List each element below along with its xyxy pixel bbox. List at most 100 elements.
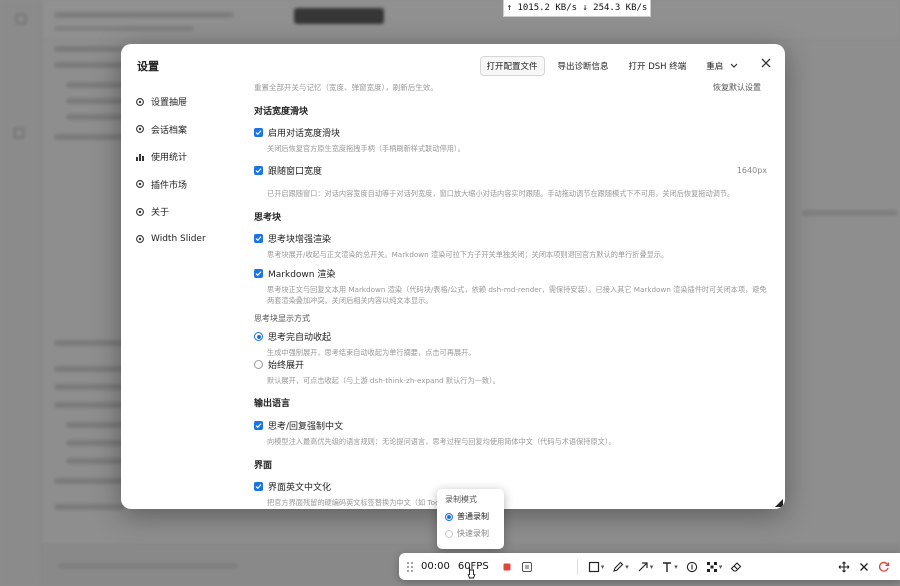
numbered-circle-icon bbox=[686, 561, 697, 572]
follow-width-value: 1640px bbox=[736, 166, 767, 175]
number-tool-button[interactable] bbox=[682, 557, 702, 577]
check-icon bbox=[255, 271, 262, 277]
force-chinese-checkbox[interactable] bbox=[254, 421, 263, 430]
recording-mode-normal[interactable]: 普通录制 bbox=[445, 511, 496, 522]
option-description: 思考块展开/收起与正文渲染的总开关。Markdown 渲染可拉下方子开关单独关闭… bbox=[267, 250, 669, 259]
sidebar-item-label: 设置抽屉 bbox=[151, 98, 188, 109]
mouse-cursor-icon bbox=[467, 567, 476, 579]
bar-chart-icon bbox=[136, 153, 144, 161]
refresh-icon bbox=[878, 561, 890, 572]
always-expand-radio[interactable] bbox=[254, 360, 263, 369]
move-button[interactable] bbox=[834, 557, 854, 577]
close-button[interactable] bbox=[757, 54, 775, 72]
option-description: 把官方界面残留的硬编码英文标签替换为中文（如 Tool ... king→思考）… bbox=[267, 498, 500, 507]
check-icon bbox=[255, 168, 262, 174]
check-icon bbox=[255, 423, 262, 429]
option-enable-slider: 启用对话宽度滑块 关闭后恢复官方原生宽度拖拽手柄（手柄刷新样式联动停用）。 bbox=[254, 126, 769, 154]
restart-button[interactable]: 重启 bbox=[699, 56, 745, 76]
recording-mode-title: 录制模式 bbox=[445, 495, 477, 504]
open-terminal-button[interactable]: 打开 DSH 终端 bbox=[622, 56, 694, 76]
auto-collapse-radio[interactable] bbox=[254, 332, 263, 341]
sidebar-item-usage-stats[interactable]: 使用统计 bbox=[135, 143, 245, 171]
stop-record-button[interactable] bbox=[497, 557, 517, 577]
sidebar-item-width-slider[interactable]: Width Slider bbox=[135, 226, 245, 254]
markdown-checkbox[interactable] bbox=[254, 269, 263, 278]
display-mode-label: 思考块显示方式 bbox=[254, 314, 310, 323]
restart-label: 重启 bbox=[706, 62, 724, 72]
option-description: 关闭后恢复官方原生宽度拖拽手柄（手柄刷新样式联动停用）。 bbox=[267, 144, 465, 153]
sidebar-item-label: 插件市场 bbox=[151, 180, 188, 191]
section-title-output-lang: 输出语言 bbox=[254, 399, 291, 409]
open-config-button[interactable]: 打开配置文件 bbox=[479, 56, 545, 76]
settings-sidebar: 设置抽屉 会话档案 使用统计 插件市场 关于 Width Slider bbox=[135, 88, 245, 253]
dialog-title: 设置 bbox=[137, 60, 159, 73]
option-label: 始终展开 bbox=[268, 361, 305, 371]
sidebar-item-label: Width Slider bbox=[151, 234, 206, 245]
close-icon bbox=[860, 562, 868, 571]
arrow-tool-button[interactable]: ▾ bbox=[633, 557, 658, 577]
option-description-line2: 两套渲染叠加冲突。关闭后相关内容以纯文本显示。 bbox=[267, 296, 433, 306]
reset-defaults-link[interactable]: 恢复默认设置 bbox=[713, 82, 761, 93]
settings-content: 重置全部开关与记忆（宽度、弹窗宽度），刷新后生效。 恢复默认设置 对话宽度滑块 … bbox=[254, 80, 769, 509]
section-title-think: 思考块 bbox=[254, 213, 282, 223]
recording-time: 00:00 bbox=[421, 561, 450, 572]
section-title-ui: 界面 bbox=[254, 461, 273, 471]
close-icon bbox=[761, 58, 771, 68]
ui-chinese-checkbox[interactable] bbox=[254, 482, 263, 491]
option-description-line1: 思考块正文与回复文本用 Markdown 渲染（代码块/表格/公式，依赖 dsh… bbox=[267, 285, 767, 294]
export-diagnostics-button[interactable]: 导出诊断信息 bbox=[551, 56, 616, 76]
sidebar-item-about[interactable]: 关于 bbox=[135, 198, 245, 226]
gear-icon bbox=[136, 125, 144, 134]
enable-slider-checkbox[interactable] bbox=[254, 128, 263, 137]
drag-grip-icon[interactable] bbox=[405, 560, 415, 574]
option-always-expand: 始终展开 默认展开，可点击收起（与上游 dsh-think-zh-expand … bbox=[254, 358, 769, 386]
gear-icon bbox=[136, 235, 144, 244]
rectangle-icon bbox=[588, 561, 599, 572]
check-icon bbox=[255, 130, 262, 136]
follow-window-checkbox[interactable] bbox=[254, 166, 263, 175]
restart-recording-button[interactable] bbox=[874, 557, 894, 577]
move-icon bbox=[838, 561, 850, 572]
normal-record-radio[interactable] bbox=[445, 512, 453, 521]
option-force-chinese: 思考/回复强制中文 向模型注入最高优先级的语言规则：无论提问语言，思考过程与回复… bbox=[254, 419, 769, 447]
section-title-width: 对话宽度滑块 bbox=[254, 107, 309, 117]
sidebar-item-plugin-market[interactable]: 插件市场 bbox=[135, 171, 245, 199]
mosaic-icon bbox=[706, 561, 717, 572]
sidebar-item-label: 使用统计 bbox=[151, 153, 188, 164]
pause-button[interactable] bbox=[517, 557, 537, 577]
arrow-icon bbox=[638, 561, 648, 571]
think-enhance-checkbox[interactable] bbox=[254, 234, 263, 243]
mosaic-tool-button[interactable]: ▾ bbox=[702, 557, 727, 577]
pen-icon bbox=[613, 561, 624, 572]
fast-record-radio[interactable] bbox=[445, 529, 453, 538]
download-speed: ↓ 254.3 KB/s bbox=[582, 3, 648, 13]
option-label: 启用对话宽度滑块 bbox=[268, 129, 341, 139]
gear-icon bbox=[136, 97, 144, 106]
intro-text: 重置全部开关与记忆（宽度、弹窗宽度），刷新后生效。 bbox=[254, 83, 438, 92]
rectangle-tool-button[interactable]: ▾ bbox=[584, 557, 609, 577]
sidebar-item-label: 关于 bbox=[151, 208, 170, 219]
gear-icon bbox=[136, 180, 144, 189]
option-description: 生成中强制展开，思考结束自动收起为单行摘要，点击可再展开。 bbox=[267, 348, 476, 357]
chevron-down-icon bbox=[730, 63, 738, 68]
eraser-icon bbox=[730, 561, 742, 572]
text-tool-button[interactable]: ▾ bbox=[657, 557, 682, 577]
recording-mode-fast[interactable]: 快速录制 bbox=[445, 528, 496, 539]
resize-handle-icon[interactable] bbox=[775, 499, 783, 507]
option-description: 已开启跟随窗口：对话内容宽度自动等于对话列宽度，窗口放大缩小对话内容实时跟随。手… bbox=[267, 189, 735, 198]
option-label: 思考/回复强制中文 bbox=[268, 422, 344, 432]
gear-icon bbox=[136, 207, 144, 216]
cancel-recording-button[interactable] bbox=[854, 557, 874, 577]
option-markdown: Markdown 渲染 思考块正文与回复文本用 Markdown 渲染（代码块/… bbox=[254, 267, 769, 306]
option-label: 思考完自动收起 bbox=[268, 333, 332, 343]
option-auto-collapse: 思考完自动收起 生成中强制展开，思考结束自动收起为单行摘要，点击可再展开。 bbox=[254, 330, 769, 358]
eraser-tool-button[interactable] bbox=[726, 557, 746, 577]
option-label: 快速录制 bbox=[457, 529, 489, 538]
option-label: 思考块增强渲染 bbox=[268, 235, 332, 245]
option-think-enhance: 思考块增强渲染 思考块展开/收起与正文渲染的总开关。Markdown 渲染可拉下… bbox=[254, 232, 769, 260]
pen-tool-button[interactable]: ▾ bbox=[608, 557, 633, 577]
option-label: Markdown 渲染 bbox=[268, 270, 336, 280]
pause-icon bbox=[521, 561, 532, 572]
sidebar-item-settings-drawer[interactable]: 设置抽屉 bbox=[135, 88, 245, 116]
sidebar-item-session-archive[interactable]: 会话档案 bbox=[135, 116, 245, 144]
